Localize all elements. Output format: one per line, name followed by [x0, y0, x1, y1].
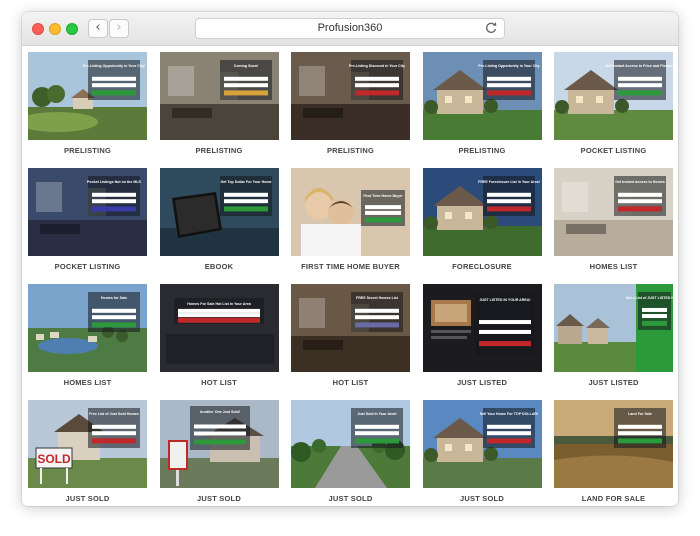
template-label[interactable]: HOMES LIST: [554, 256, 673, 277]
template-card[interactable]: Pre-Listing Opportunity in Your City! PRE…: [28, 52, 147, 161]
template-thumbnail[interactable]: Get Instant Access to Homes: [554, 168, 673, 256]
close-window-button[interactable]: [32, 23, 44, 35]
page-title: Profusion360: [317, 22, 383, 34]
template-card[interactable]: Just Sold In Your Area! JUST SOLD: [291, 400, 410, 506]
template-thumbnail[interactable]: Homes For Sale Hot List In Your Area: [159, 284, 279, 372]
template-label[interactable]: JUST LISTED: [554, 372, 673, 393]
template-thumbnail[interactable]: Sell Your Home For TOP DOLLAR!: [422, 400, 542, 488]
template-label[interactable]: JUST SOLD: [291, 488, 410, 506]
minimize-window-button[interactable]: [49, 23, 61, 35]
template-thumbnail[interactable]: Coming Soon!: [159, 52, 279, 140]
template-label[interactable]: POCKET LISTING: [554, 140, 673, 161]
template-label[interactable]: JUST SOLD: [160, 488, 279, 506]
template-card[interactable]: FREE Foreclosure List in Your Area! FOREC…: [422, 168, 542, 277]
template-label[interactable]: PRELISTING: [423, 140, 542, 161]
template-card[interactable]: FREE Secret Homes List HOT LIST: [291, 284, 410, 393]
template-card[interactable]: Homes For Sale Hot List In Your Area HOT …: [159, 284, 279, 393]
template-headline: Just Sold In Your Area!: [357, 412, 396, 416]
template-headline: Pre-Listing Discount in Your City: [349, 64, 405, 68]
zoom-window-button[interactable]: [66, 23, 78, 35]
chevron-right-icon: ›: [116, 20, 122, 35]
template-card[interactable]: Another One Just Sold! JUST SOLD: [159, 400, 279, 506]
svg-text:SOLD: SOLD: [37, 452, 71, 466]
template-label[interactable]: EBOOK: [160, 256, 279, 277]
template-label[interactable]: JUST SOLD: [28, 488, 147, 506]
template-thumbnail[interactable]: Land For Sale: [554, 400, 673, 488]
template-headline: FREE Secret Homes List: [356, 296, 399, 300]
template-headline: Coming Soon!: [233, 64, 258, 68]
template-label[interactable]: FIRST TIME HOME BUYER: [291, 256, 410, 277]
template-label[interactable]: PRELISTING: [160, 140, 279, 161]
template-label[interactable]: PRELISTING: [291, 140, 410, 161]
template-thumbnail[interactable]: Get a List of JUST LISTED Homes: [554, 284, 673, 372]
template-headline: Pre-Listing Opportunity in Your City!: [83, 64, 145, 68]
template-headline: Another One Just Sold!: [199, 410, 239, 414]
template-card[interactable]: Pre-Listing Opportunity in Your City PREL…: [422, 52, 542, 161]
template-thumbnail[interactable]: Get Instant Access to Price and Pictures: [554, 52, 673, 140]
template-label[interactable]: HOT LIST: [160, 372, 279, 393]
template-label[interactable]: HOMES LIST: [28, 372, 147, 393]
template-thumbnail[interactable]: Pre-Listing Opportunity in Your City!: [28, 52, 147, 140]
template-headline: Pre-Listing Opportunity in Your City: [478, 64, 539, 68]
template-thumbnail[interactable]: Pre-Listing Opportunity in Your City: [422, 52, 542, 140]
browser-window: ‹ › Profusion360 Pre-Listing Opportunity…: [22, 12, 678, 506]
template-card[interactable]: Land For Sale LAND FOR SALE: [554, 400, 673, 506]
template-label[interactable]: LAND FOR SALE: [554, 488, 673, 506]
address-bar[interactable]: Profusion360: [195, 18, 505, 39]
template-headline: Get Instant Access to Price and Pictures: [606, 64, 673, 68]
title-bar: ‹ › Profusion360: [22, 12, 678, 46]
template-card[interactable]: Get a List of JUST LISTED Homes JUST LIST…: [554, 284, 673, 393]
template-headline: Get a List of JUST LISTED Homes: [626, 296, 673, 300]
template-thumbnail[interactable]: SOLD Free List of Just Sold Homes: [28, 400, 147, 488]
template-headline: Homes for Sale: [101, 296, 127, 300]
template-card[interactable]: Pocket Listings Not on the MLS POCKET LIS…: [28, 168, 147, 277]
template-headline: Free List of Just Sold Homes: [89, 412, 139, 416]
back-button[interactable]: ‹: [88, 19, 108, 38]
template-thumbnail[interactable]: First Time Home Buyer: [291, 168, 410, 256]
template-label[interactable]: FORECLOSURE: [423, 256, 542, 277]
template-thumbnail[interactable]: Another One Just Sold!: [159, 400, 279, 488]
chevron-left-icon: ‹: [95, 20, 101, 35]
template-thumbnail[interactable]: JUST LISTED IN YOUR AREA!: [422, 284, 542, 372]
reload-icon[interactable]: [484, 21, 498, 35]
template-label[interactable]: POCKET LISTING: [28, 256, 147, 277]
template-thumbnail[interactable]: Pocket Listings Not on the MLS: [28, 168, 147, 256]
template-thumbnail[interactable]: Homes for Sale: [28, 284, 147, 372]
template-headline: First Time Home Buyer: [363, 194, 403, 198]
template-headline: FREE Foreclosure List in Your Area!: [478, 180, 540, 184]
template-thumbnail[interactable]: Just Sold In Your Area!: [291, 400, 410, 488]
template-label[interactable]: PRELISTING: [28, 140, 147, 161]
template-card[interactable]: Get Top Dollar For Your Home EBOOK: [159, 168, 279, 277]
template-card[interactable]: SOLD Free List of Just Sold Homes JUST SOL…: [28, 400, 147, 506]
template-headline: Get Instant Access to Homes: [615, 180, 665, 184]
template-headline: Land For Sale: [628, 412, 652, 416]
template-card[interactable]: First Time Home Buyer FIRST TIME HOME BUY…: [291, 168, 410, 277]
forward-button[interactable]: ›: [109, 19, 129, 38]
template-card[interactable]: Sell Your Home For TOP DOLLAR! JUST SOLD: [422, 400, 542, 506]
template-thumbnail[interactable]: FREE Foreclosure List in Your Area!: [422, 168, 542, 256]
template-card[interactable]: Get Instant Access to Homes HOMES LIST: [554, 168, 673, 277]
template-label[interactable]: HOT LIST: [291, 372, 410, 393]
template-headline: Get Top Dollar For Your Home: [220, 180, 271, 184]
template-headline: JUST LISTED IN YOUR AREA!: [479, 298, 530, 302]
template-label[interactable]: JUST LISTED: [423, 372, 542, 393]
template-card[interactable]: JUST LISTED IN YOUR AREA! JUST LISTED: [422, 284, 542, 393]
template-headline: Sell Your Home For TOP DOLLAR!: [479, 412, 537, 416]
template-label[interactable]: JUST SOLD: [423, 488, 542, 506]
template-card[interactable]: Pre-Listing Discount in Your City PRELIST…: [291, 52, 410, 161]
template-thumbnail[interactable]: Pre-Listing Discount in Your City: [291, 52, 410, 140]
template-card[interactable]: Coming Soon! PRELISTING: [159, 52, 279, 161]
template-card[interactable]: Homes for Sale HOMES LIST: [28, 284, 147, 393]
template-thumbnail[interactable]: Get Top Dollar For Your Home: [159, 168, 279, 256]
template-card[interactable]: Get Instant Access to Price and Pictures…: [554, 52, 673, 161]
template-headline: Pocket Listings Not on the MLS: [87, 180, 142, 184]
template-thumbnail[interactable]: FREE Secret Homes List: [291, 284, 410, 372]
template-headline: Homes For Sale Hot List In Your Area: [187, 302, 251, 306]
template-grid: Pre-Listing Opportunity in Your City! PRE…: [28, 52, 673, 506]
